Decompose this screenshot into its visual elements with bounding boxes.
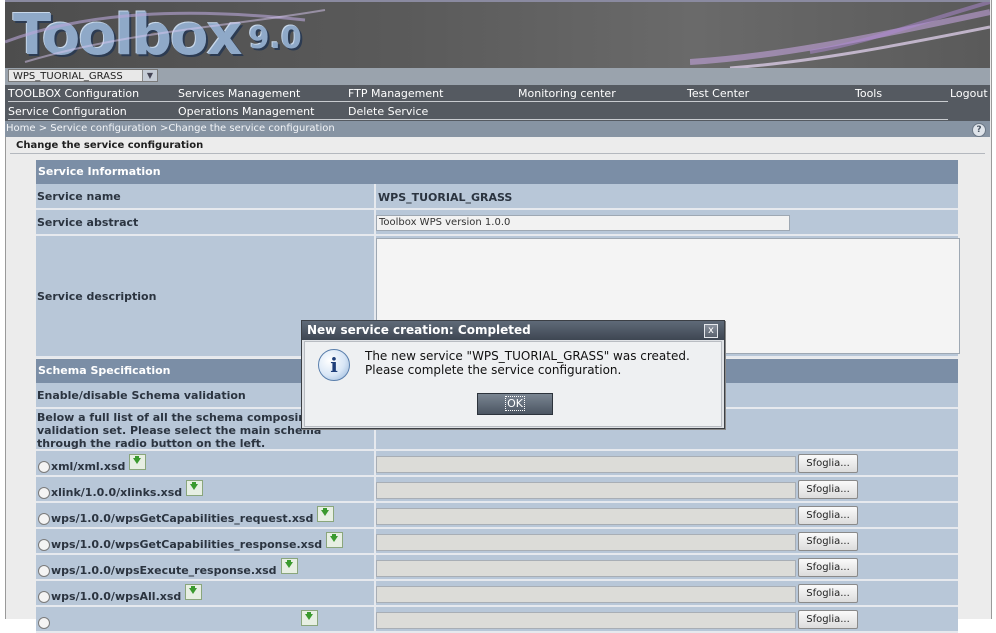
breadcrumb: Home > Service configuration >Change the…	[5, 121, 990, 137]
chevron-down-icon[interactable]: ▼	[142, 70, 157, 81]
schema-radio[interactable]	[38, 513, 50, 525]
browse-button[interactable]: Sfoglia...	[798, 454, 858, 473]
service-abstract-cell: Toolbox WPS version 1.0.0	[374, 210, 958, 234]
menu-ftp-management[interactable]: FTP Management	[348, 87, 443, 100]
browse-button[interactable]: Sfoglia...	[798, 480, 858, 499]
menu-operations-management[interactable]: Operations Management	[178, 105, 314, 118]
close-icon[interactable]: x	[704, 324, 718, 338]
schema-file-name: wps/1.0.0/wpsGetCapabilities_request.xsd	[51, 512, 314, 525]
schema-file-row: Sfoglia...	[36, 607, 958, 633]
download-icon[interactable]	[129, 454, 147, 470]
browse-button[interactable]: Sfoglia...	[798, 506, 858, 525]
section-service-information: Service Information	[36, 160, 958, 184]
schema-file-name: xlink/1.0.0/xlinks.xsd	[51, 486, 183, 499]
service-abstract-label: Service abstract	[37, 216, 139, 229]
download-icon[interactable]	[185, 584, 203, 600]
main-menu: TOOLBOX Configuration Services Managemen…	[5, 85, 990, 121]
menu-divider	[8, 101, 948, 102]
menu-divider	[8, 119, 948, 120]
menu-service-configuration[interactable]: Service Configuration	[8, 105, 127, 118]
dialog-message-line1: The new service "WPS_TUORIAL_GRASS" was …	[365, 349, 690, 363]
breadcrumb-current: Change the service configuration	[168, 123, 335, 134]
breadcrumb-service-configuration[interactable]: Service configuration	[50, 123, 156, 134]
header-banner: Toolbox 9.0	[5, 0, 990, 70]
breadcrumb-separator: >	[156, 123, 169, 134]
schema-file-name: xml/xml.xsd	[51, 460, 126, 473]
schema-radio[interactable]	[38, 487, 50, 499]
breadcrumb-home[interactable]: Home	[6, 123, 36, 134]
schema-file-name: wps/1.0.0/wpsGetCapabilities_response.xs…	[51, 538, 323, 551]
download-icon[interactable]	[280, 558, 298, 574]
schema-radio[interactable]	[38, 565, 50, 577]
schema-file-input[interactable]	[376, 482, 796, 499]
browse-button[interactable]: Sfoglia...	[798, 532, 858, 551]
service-name-label: Service name	[37, 190, 121, 203]
ok-button[interactable]: OK	[477, 393, 553, 415]
menu-toolbox-configuration[interactable]: TOOLBOX Configuration	[8, 87, 139, 100]
menu-services-management[interactable]: Services Management	[178, 87, 300, 100]
service-created-dialog: New service creation: Completed x i The …	[301, 320, 725, 429]
browse-button[interactable]: Sfoglia...	[798, 610, 858, 629]
schema-file-input[interactable]	[376, 586, 796, 603]
service-abstract-input[interactable]: Toolbox WPS version 1.0.0	[376, 215, 790, 231]
service-name-cell: WPS_TUORIAL_GRASS	[374, 184, 958, 208]
service-select[interactable]: WPS_TUORIAL_GRASS ▼	[8, 69, 158, 82]
schema-file-row: wps/1.0.0/wpsExecute_response.xsd Sfogli…	[36, 555, 958, 581]
schema-radio[interactable]	[38, 591, 50, 603]
schema-file-name: wps/1.0.0/wpsExecute_response.xsd	[51, 564, 277, 577]
banner-swirl-right	[690, 2, 990, 70]
schema-file-input[interactable]	[376, 456, 796, 473]
breadcrumb-separator: >	[35, 123, 51, 134]
browse-button[interactable]: Sfoglia...	[798, 584, 858, 603]
menu-logout[interactable]: Logout	[950, 87, 988, 100]
browse-button[interactable]: Sfoglia...	[798, 558, 858, 577]
schema-file-input[interactable]	[376, 508, 796, 525]
download-icon[interactable]	[317, 506, 335, 522]
row-service-abstract: Service abstract Toolbox WPS version 1.0…	[36, 210, 958, 236]
menu-delete-service[interactable]: Delete Service	[348, 105, 428, 118]
schema-file-row: wps/1.0.0/wpsGetCapabilities_request.xsd…	[36, 503, 958, 529]
download-icon[interactable]	[186, 480, 204, 496]
help-icon[interactable]: ?	[972, 123, 986, 137]
dialog-body: i The new service "WPS_TUORIAL_GRASS" wa…	[304, 341, 722, 427]
info-icon-glyph: i	[330, 353, 338, 377]
download-icon[interactable]	[326, 532, 344, 548]
page-title: Change the service configuration	[10, 138, 985, 154]
schema-file-row: wps/1.0.0/wpsAll.xsd Sfoglia...	[36, 581, 958, 607]
dialog-title: New service creation: Completed	[302, 321, 724, 340]
banner-swirl-left	[5, 9, 326, 63]
dialog-message-line2: Please complete the service configuratio…	[365, 363, 622, 377]
ok-button-label: OK	[505, 396, 525, 411]
service-selector-bar: WPS_TUORIAL_GRASS ▼	[5, 68, 990, 85]
menu-monitoring-center[interactable]: Monitoring center	[518, 87, 616, 100]
schema-file-row: xml/xml.xsd Sfoglia...	[36, 451, 958, 477]
schema-file-input[interactable]	[376, 534, 796, 551]
schema-file-input[interactable]	[376, 560, 796, 577]
row-service-name: Service name WPS_TUORIAL_GRASS	[36, 184, 958, 210]
schema-file-input[interactable]	[376, 612, 796, 629]
service-select-value: WPS_TUORIAL_GRASS	[13, 71, 123, 82]
dialog-message: The new service "WPS_TUORIAL_GRASS" was …	[365, 349, 690, 377]
menu-test-center[interactable]: Test Center	[687, 87, 749, 100]
schema-file-name: wps/1.0.0/wpsAll.xsd	[51, 590, 182, 603]
schema-file-row: wps/1.0.0/wpsGetCapabilities_response.xs…	[36, 529, 958, 555]
menu-tools[interactable]: Tools	[855, 87, 882, 100]
info-icon: i	[318, 349, 350, 381]
download-icon[interactable]	[301, 610, 318, 626]
schema-radio[interactable]	[38, 539, 50, 551]
service-name-value: WPS_TUORIAL_GRASS	[378, 191, 513, 204]
schema-file-row: xlink/1.0.0/xlinks.xsd Sfoglia...	[36, 477, 958, 503]
schema-radio[interactable]	[38, 461, 50, 473]
